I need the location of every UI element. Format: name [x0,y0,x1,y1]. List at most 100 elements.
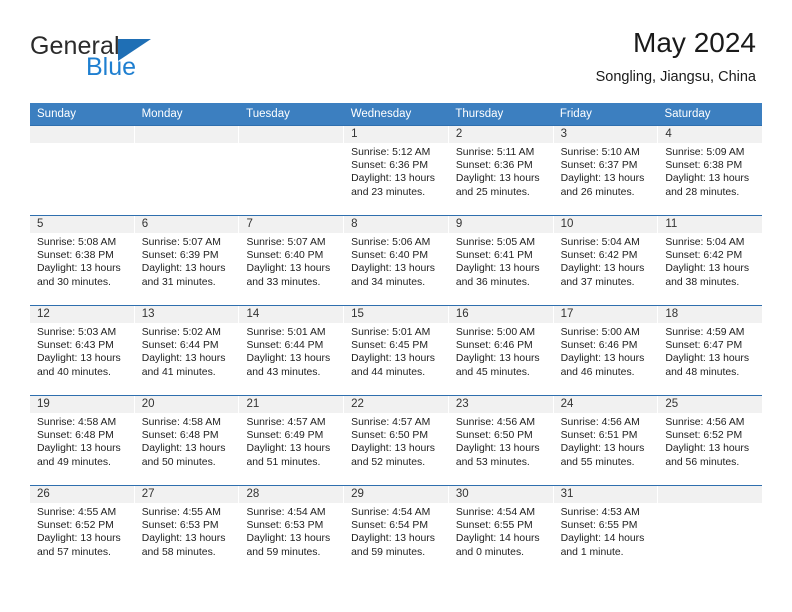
daylight-text-line2: and 40 minutes. [37,366,111,378]
sunrise-text: Sunrise: 5:01 AM [246,327,326,338]
calendar-day-cell[interactable]: 19 Sunrise: 4:58 AM Sunset: 6:48 PM Dayligh… [30,396,135,485]
calendar-day-cell[interactable]: 22 Sunrise: 4:57 AM Sunset: 6:50 PM Dayligh… [344,396,449,485]
weekday-header-thursday: Thursday [455,108,504,120]
day-number: 23 [448,396,553,413]
day-number [30,126,134,143]
calendar-week-row: 1 Sunrise: 5:12 AM Sunset: 6:36 PM Daylight… [30,125,763,215]
daylight-text-line2: and 49 minutes. [37,456,111,468]
sunrise-text: Sunrise: 4:54 AM [351,507,431,518]
daylight-text-line2: and 0 minutes. [455,546,525,558]
calendar-day-cell[interactable]: 5 Sunrise: 5:08 AM Sunset: 6:38 PM Daylight… [30,216,135,305]
sunrise-text: Sunrise: 5:09 AM [665,147,745,158]
day-number: 30 [448,486,553,503]
calendar-day-cell[interactable]: 30 Sunrise: 4:54 AM Sunset: 6:55 PM Dayligh… [448,486,554,575]
sunrise-text: Sunrise: 4:59 AM [665,327,745,338]
sunset-text: Sunset: 6:50 PM [455,430,533,442]
day-number: 15 [344,306,448,323]
calendar-day-cell[interactable]: 11 Sunrise: 5:04 AM Sunset: 6:42 PM Dayligh… [658,216,763,305]
page-title: May 2024 [633,27,756,58]
calendar-day-cell[interactable]: 1 Sunrise: 5:12 AM Sunset: 6:36 PM Daylight… [344,126,449,215]
daylight-text-line2: and 50 minutes. [141,456,216,468]
calendar-day-cell[interactable]: 4 Sunrise: 5:09 AM Sunset: 6:38 PM Daylight… [658,126,763,215]
logo-text-blue: Blue [86,53,137,81]
day-number: 31 [553,486,658,503]
calendar-grid: Sunday Monday Tuesday Wednesday Thursday Frid… [30,103,763,575]
calendar-day-cell[interactable]: 8 Sunrise: 5:06 AM Sunset: 6:40 PM Daylight… [344,216,449,305]
calendar-weeks: 1 Sunrise: 5:12 AM Sunset: 6:36 PM Daylight… [30,125,763,575]
calendar-day-cell[interactable]: 17 Sunrise: 5:00 AM Sunset: 6:46 PM Dayligh… [553,306,659,395]
calendar-day-cell[interactable]: 26 Sunrise: 4:55 AM Sunset: 6:52 PM Dayligh… [30,486,135,575]
calendar-day-cell[interactable]: 27 Sunrise: 4:55 AM Sunset: 6:53 PM Dayligh… [134,486,240,575]
general-blue-logo[interactable]: General Blue [30,28,220,84]
sunrise-text: Sunrise: 4:58 AM [37,417,117,428]
daylight-text-line1: Daylight: 13 hours [246,263,331,275]
sunrise-text: Sunrise: 5:04 AM [560,237,640,248]
calendar-day-cell[interactable]: 9 Sunrise: 5:05 AM Sunset: 6:41 PM Daylight… [448,216,554,305]
sun-info: Sunrise: 4:57 AM Sunset: 6:49 PM Daylight:… [239,413,343,469]
day-number: 17 [553,306,658,323]
calendar-day-cell[interactable]: 16 Sunrise: 5:00 AM Sunset: 6:46 PM Dayligh… [448,306,554,395]
sunset-text: Sunset: 6:42 PM [665,250,743,262]
daylight-text-line1: Daylight: 13 hours [351,263,435,275]
daylight-text-line2: and 55 minutes. [560,456,635,468]
calendar-day-cell[interactable]: 7 Sunrise: 5:07 AM Sunset: 6:40 PM Daylight… [239,216,345,305]
calendar-cell-empty [239,126,345,215]
sunset-text: Sunset: 6:49 PM [246,430,324,442]
calendar-day-cell[interactable]: 21 Sunrise: 4:57 AM Sunset: 6:49 PM Dayligh… [239,396,345,485]
daylight-text-line1: Daylight: 13 hours [560,353,645,365]
calendar-day-cell[interactable]: 14 Sunrise: 5:01 AM Sunset: 6:44 PM Dayligh… [239,306,345,395]
calendar-day-cell[interactable]: 2 Sunrise: 5:11 AM Sunset: 6:36 PM Daylight… [448,126,554,215]
sunset-text: Sunset: 6:46 PM [455,340,533,352]
daylight-text-line1: Daylight: 13 hours [141,533,226,545]
day-number: 18 [658,306,763,323]
calendar-day-cell[interactable]: 12 Sunrise: 5:03 AM Sunset: 6:43 PM Dayligh… [30,306,135,395]
day-number: 28 [239,486,344,503]
day-number: 29 [344,486,448,503]
sun-info: Sunrise: 5:05 AM Sunset: 6:41 PM Daylight:… [449,233,553,289]
calendar-week-row: 26 Sunrise: 4:55 AM Sunset: 6:52 PM Dayligh… [30,485,763,575]
daylight-text-line2: and 28 minutes. [665,186,740,198]
sunrise-text: Sunrise: 4:56 AM [455,417,536,428]
calendar-day-cell[interactable]: 15 Sunrise: 5:01 AM Sunset: 6:45 PM Dayligh… [344,306,449,395]
sunset-text: Sunset: 6:43 PM [37,340,114,352]
day-number: 25 [658,396,763,413]
calendar-day-cell[interactable]: 3 Sunrise: 5:10 AM Sunset: 6:37 PM Daylight… [553,126,659,215]
daylight-text-line1: Daylight: 13 hours [37,263,121,275]
calendar-week-row: 5 Sunrise: 5:08 AM Sunset: 6:38 PM Daylight… [30,215,763,305]
weekday-header-tuesday: Tuesday [246,108,290,120]
sunset-text: Sunset: 6:41 PM [455,250,533,262]
sun-info: Sunrise: 5:07 AM Sunset: 6:40 PM Daylight:… [239,233,343,289]
sun-info: Sunrise: 5:04 AM Sunset: 6:42 PM Daylight:… [554,233,658,289]
daylight-text-line1: Daylight: 14 hours [560,533,645,545]
weekday-header-saturday: Saturday [664,108,711,120]
day-number: 20 [134,396,239,413]
calendar-day-cell[interactable]: 18 Sunrise: 4:59 AM Sunset: 6:47 PM Dayligh… [658,306,763,395]
day-number: 11 [658,216,763,233]
sunrise-text: Sunrise: 5:07 AM [141,237,221,248]
calendar-day-cell[interactable]: 31 Sunrise: 4:53 AM Sunset: 6:55 PM Dayligh… [553,486,659,575]
calendar-day-cell[interactable]: 23 Sunrise: 4:56 AM Sunset: 6:50 PM Dayligh… [448,396,554,485]
sunrise-text: Sunrise: 4:57 AM [351,417,431,428]
day-number: 10 [553,216,658,233]
calendar-day-cell[interactable]: 28 Sunrise: 4:54 AM Sunset: 6:53 PM Dayligh… [239,486,345,575]
sun-info: Sunrise: 4:54 AM Sunset: 6:54 PM Daylight:… [344,503,448,559]
day-number: 16 [448,306,553,323]
calendar-day-cell[interactable]: 29 Sunrise: 4:54 AM Sunset: 6:54 PM Dayligh… [344,486,449,575]
sun-info: Sunrise: 4:58 AM Sunset: 6:48 PM Daylight:… [135,413,239,469]
sun-info: Sunrise: 4:56 AM Sunset: 6:51 PM Daylight:… [554,413,658,469]
calendar-day-cell[interactable]: 10 Sunrise: 5:04 AM Sunset: 6:42 PM Dayligh… [553,216,659,305]
calendar-day-cell[interactable]: 20 Sunrise: 4:58 AM Sunset: 6:48 PM Dayligh… [134,396,240,485]
daylight-text-line2: and 44 minutes. [351,366,426,378]
calendar-day-cell[interactable]: 24 Sunrise: 4:56 AM Sunset: 6:51 PM Dayligh… [553,396,659,485]
sunset-text: Sunset: 6:55 PM [455,520,533,532]
daylight-text-line2: and 41 minutes. [141,366,216,378]
sunrise-text: Sunrise: 4:54 AM [246,507,326,518]
sunset-text: Sunset: 6:40 PM [351,250,428,262]
daylight-text-line2: and 59 minutes. [246,546,321,558]
calendar-day-cell[interactable]: 25 Sunrise: 4:56 AM Sunset: 6:52 PM Dayligh… [658,396,763,485]
calendar-day-cell[interactable]: 6 Sunrise: 5:07 AM Sunset: 6:39 PM Daylight… [134,216,240,305]
sun-info: Sunrise: 4:54 AM Sunset: 6:53 PM Daylight:… [239,503,343,559]
daylight-text-line1: Daylight: 13 hours [665,353,750,365]
daylight-text-line2: and 33 minutes. [246,276,321,288]
calendar-day-cell[interactable]: 13 Sunrise: 5:02 AM Sunset: 6:44 PM Dayligh… [134,306,240,395]
